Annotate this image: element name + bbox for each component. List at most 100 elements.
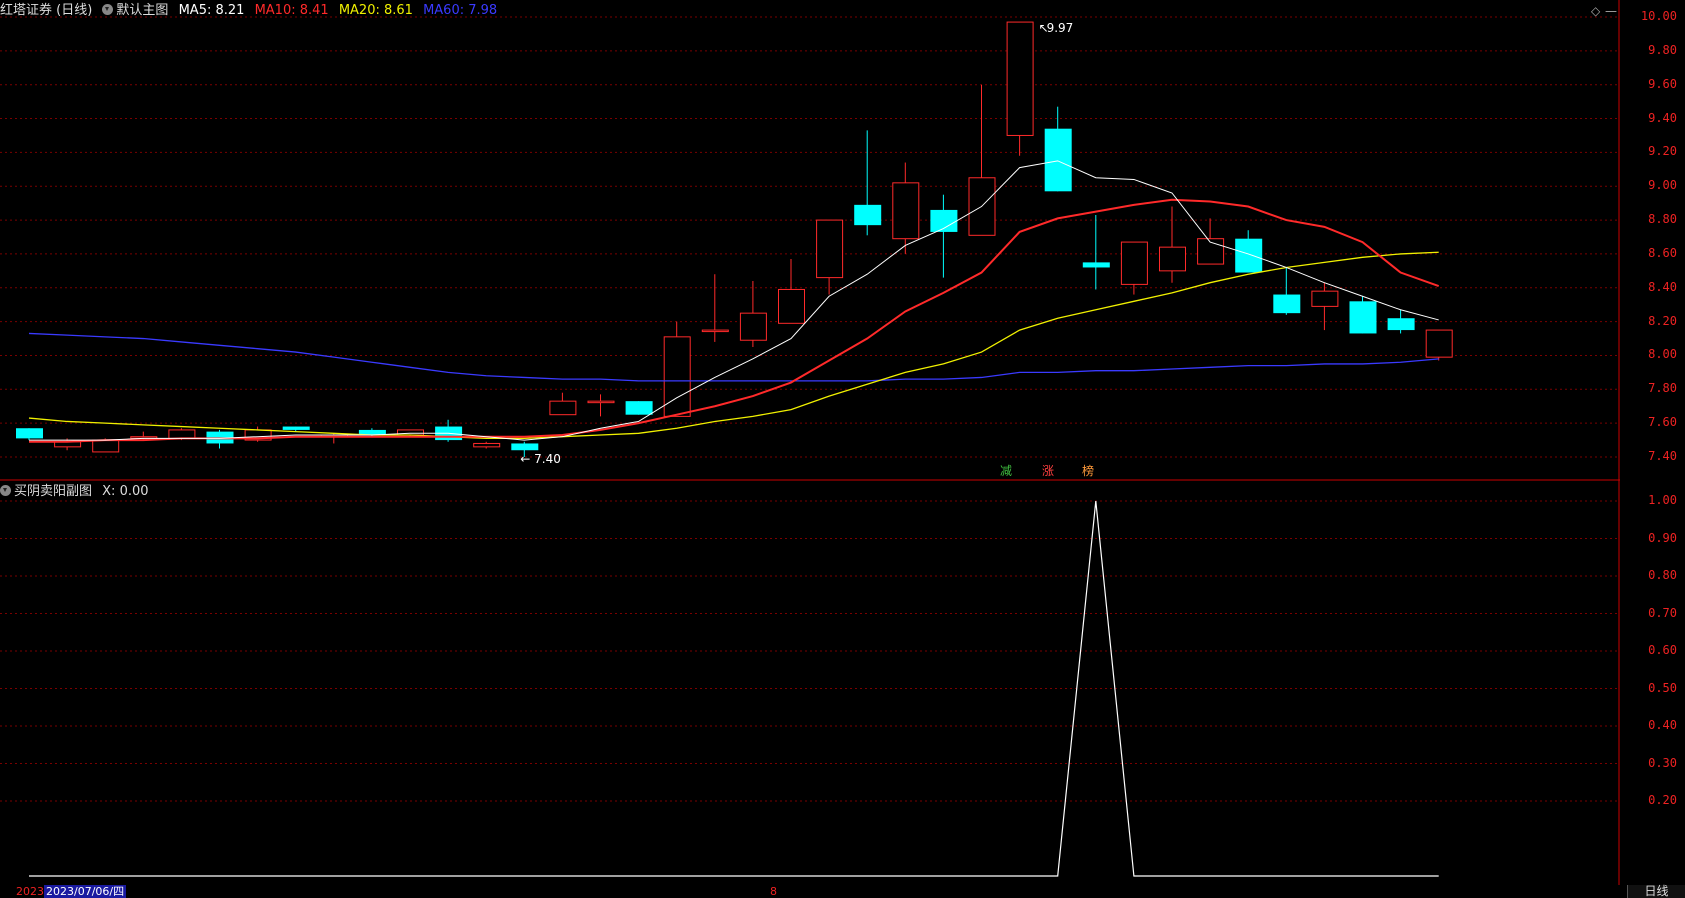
indicator-name: 买阴卖阳副图 [14,484,93,499]
diamond-icon[interactable]: ◇ [1591,4,1605,18]
candle [1044,106,1072,192]
candle-body-down [625,401,653,415]
candle-body-up [816,219,844,279]
indicator-tick: 0.80 [1648,568,1677,582]
price-tick: 7.60 [1648,415,1677,430]
candle [816,219,844,295]
candle [968,84,996,236]
candle-body-up [701,329,729,333]
candle-body-up [663,336,691,417]
candle-body-up [739,312,767,341]
price-tick: 9.20 [1648,144,1677,159]
candle-body-up [1006,21,1034,136]
ma20-legend: MA20: 8.61 [338,3,413,18]
candle-body-down [854,204,882,226]
candle [1387,309,1415,334]
candle [854,130,882,236]
main-header: 红塔证券 (日线) 默认主图 MA5: 8.21 MA10: 8.41 MA20… [0,0,1600,22]
candle-body-down [1349,301,1377,334]
ma10-line [29,198,1440,443]
candle-body-up [1311,290,1339,307]
candle [1425,329,1453,361]
candle-body-down [1235,238,1263,273]
candle [663,321,691,417]
candle [930,194,958,278]
minimize-icon[interactable]: — [1605,4,1619,18]
candle-body-up [1159,246,1186,272]
candle-body-down [16,428,43,439]
candle-body-up [587,400,615,404]
dropdown-circle-icon[interactable] [102,4,114,15]
main-chart-pane[interactable]: ↖ 9.97 ← 7.40 减涨榜 [0,0,1620,481]
ma20-line [28,251,1439,440]
candle [587,394,615,417]
candle [1273,267,1301,315]
candle-body-down [1387,318,1415,331]
candle-body-down [282,426,310,430]
candle [625,401,653,415]
indicator-pane[interactable] [0,481,1620,885]
candle-body-up [1425,329,1453,358]
template-selector[interactable]: 默认主图 [102,0,168,22]
indicator-tick: 0.20 [1648,793,1677,807]
candle-body-up [473,442,501,448]
broker-title: 红塔证券 (日线) [0,3,93,18]
price-axis: 10.00 9.80 9.60 9.40 9.20 9.00 8.80 8.60 8.40 8.2… [1620,0,1685,481]
indicator-tick: 0.90 [1648,530,1677,545]
indicator-chart[interactable] [0,481,1620,885]
candle [1159,206,1186,283]
indicator-tick: 0.70 [1648,605,1677,620]
candle-body-down [511,443,539,451]
candle [739,281,767,347]
indicator-selector[interactable]: 买阴卖阳副图 [0,481,92,503]
candle-body-up [92,439,120,453]
price-tick: 7.80 [1648,381,1677,396]
signal-tag: 涨 [1042,463,1054,478]
ma5-line [29,160,1439,441]
year-stub: 2023 [16,885,44,898]
indicator-header: 买阴卖阳副图 X: 0.00 [0,481,1600,503]
indicator-value: X: 0.00 [102,484,149,499]
price-tick: 9.60 [1648,76,1677,91]
candle-body-down [1082,262,1110,268]
cursor-date: 2023/07/06/四 [44,885,127,898]
price-tick: 7.40 [1648,449,1677,463]
candlestick-chart[interactable]: ↖9.97← 7.40减涨榜 [0,0,1620,481]
price-tick: 8.20 [1648,313,1677,328]
candle [1311,282,1339,331]
candle-body-up [1120,241,1148,285]
indicator-tick: 0.40 [1648,718,1677,732]
candle [1120,241,1148,295]
candle [473,441,501,449]
candle [244,426,272,442]
dropdown-circle-icon[interactable] [0,485,11,496]
indicator-tick: 0.50 [1648,680,1677,695]
candle-body-down [1044,128,1072,192]
price-tick: 8.80 [1648,212,1677,227]
indicator-axis: 1.00 0.90 0.80 0.70 0.60 0.50 0.40 0.30 0.20 [1620,481,1685,885]
ma60-legend: MA60: 7.98 [423,3,498,18]
low-marker: ← 7.40 [520,452,561,466]
candle-body-down [1273,294,1301,314]
month-mark: 8 [770,885,777,898]
candle [1349,296,1377,334]
template-label: 默认主图 [116,3,169,18]
candle [549,392,577,416]
signal-tag: 榜 [1082,463,1094,478]
indicator-tick: 0.60 [1648,643,1677,657]
candle-body-up [778,288,805,324]
period-tab[interactable]: 日线 [1627,885,1685,898]
candle-body-up [397,429,424,436]
candle [1082,215,1110,290]
candle-body-up [168,429,196,439]
ma5-legend: MA5: 8.21 [178,3,245,18]
price-tick: 8.60 [1648,245,1677,260]
candle [1197,218,1225,265]
candle [701,274,729,342]
price-tick: 8.40 [1648,279,1677,294]
date-bar[interactable]: 2023 2023/07/06/四 8 [0,885,1685,898]
price-tick: 9.00 [1648,178,1677,193]
candle [892,162,920,254]
candle-body-up [892,182,920,240]
candle [435,419,463,442]
